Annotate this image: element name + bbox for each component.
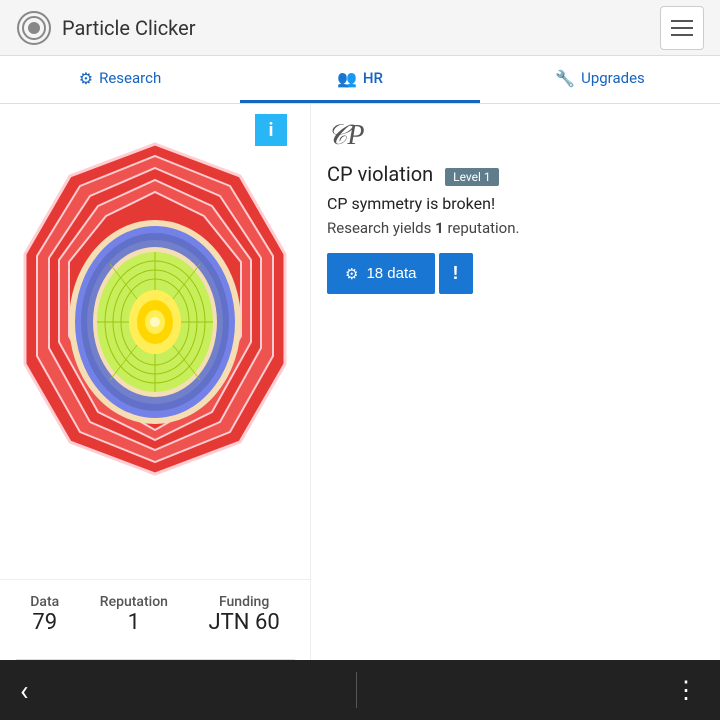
funding-label: Funding — [209, 594, 280, 610]
action-buttons: ⚙ 18 data ! — [327, 253, 704, 294]
data-button-label: 18 data — [366, 265, 416, 282]
gear-btn-icon: ⚙ — [345, 265, 358, 283]
nav-divider — [356, 672, 357, 708]
upgrades-tab-icon: 🔧 — [555, 69, 575, 88]
data-value: 79 — [30, 610, 59, 635]
stat-reputation: Reputation 1 — [100, 594, 168, 635]
tab-research[interactable]: ⚙ Research — [0, 56, 240, 103]
hamburger-line — [671, 34, 693, 36]
app-bar: Particle Clicker — [0, 0, 720, 56]
hr-tab-label: HR — [363, 69, 383, 87]
app-logo-icon — [16, 10, 52, 46]
desc-bold: 1 — [435, 219, 444, 237]
app-bar-left: Particle Clicker — [16, 10, 196, 46]
more-button[interactable]: ⋮ — [674, 676, 700, 704]
research-description: Research yields 1 reputation. — [327, 219, 704, 237]
reputation-label: Reputation — [100, 594, 168, 610]
research-header: 𝒞P — [327, 120, 704, 152]
info-button[interactable]: i — [255, 114, 287, 146]
data-button[interactable]: ⚙ 18 data — [327, 253, 435, 294]
hamburger-button[interactable] — [660, 6, 704, 50]
info-icon: i — [269, 120, 274, 141]
stat-data: Data 79 — [30, 594, 59, 635]
bottom-nav: ‹ ⋮ — [0, 660, 720, 720]
research-tab-label: Research — [99, 69, 161, 87]
research-tab-icon: ⚙ — [79, 69, 93, 88]
left-panel: i — [0, 104, 310, 660]
upgrades-tab-label: Upgrades — [581, 69, 645, 87]
particle-svg — [15, 134, 295, 504]
level-badge: Level 1 — [445, 168, 499, 186]
stat-funding: Funding JTN 60 — [209, 594, 280, 635]
funding-value: JTN 60 — [209, 610, 280, 635]
stats-bar: Data 79 Reputation 1 Funding JTN 60 — [0, 579, 310, 649]
hamburger-line — [671, 27, 693, 29]
cp-icon: 𝒞P — [327, 120, 365, 152]
hamburger-line — [671, 20, 693, 22]
back-button[interactable]: ‹ — [20, 674, 28, 707]
tab-upgrades[interactable]: 🔧 Upgrades — [480, 56, 720, 103]
research-subtitle: CP symmetry is broken! — [327, 194, 704, 213]
particle-visualization[interactable] — [15, 134, 295, 504]
desc-text: Research yields — [327, 219, 431, 237]
right-panel: 𝒞P CP violation Level 1 CP symmetry is b… — [310, 104, 720, 660]
alert-button[interactable]: ! — [439, 253, 473, 294]
data-label: Data — [30, 594, 59, 610]
research-name: CP violation — [327, 162, 433, 186]
alert-icon: ! — [453, 263, 459, 283]
reputation-value: 1 — [100, 610, 168, 635]
app-title: Particle Clicker — [62, 16, 196, 40]
tab-hr[interactable]: 👥 HR — [240, 56, 480, 103]
research-title-row: CP violation Level 1 — [327, 162, 704, 186]
hr-tab-icon: 👥 — [337, 69, 357, 88]
tab-bar: ⚙ Research 👥 HR 🔧 Upgrades — [0, 56, 720, 104]
desc-end: reputation. — [447, 219, 519, 237]
main-content: i — [0, 104, 720, 660]
